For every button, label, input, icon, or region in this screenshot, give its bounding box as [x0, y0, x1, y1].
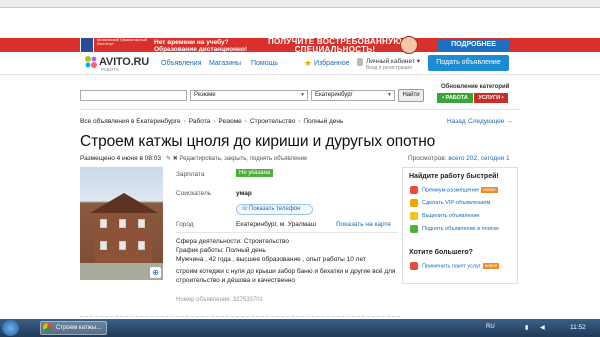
nav-ads[interactable]: Объявления [161, 60, 202, 67]
category-select[interactable]: Резюме ▼ [190, 90, 308, 101]
city-select[interactable]: Екатеринбург ▼ [311, 90, 395, 101]
views-value[interactable]: всего 202, сегодня 1 [448, 155, 509, 162]
person-info-text: Мужчина , 42 года , высшее образование ,… [176, 256, 366, 263]
nav-help[interactable]: Помощь [251, 60, 278, 67]
page-title: Строем катжы цноля до кириши и дуругых о… [80, 133, 436, 150]
breadcrumb-separator-icon: › [213, 118, 216, 125]
updates-work-button[interactable]: • РАБОТА [437, 93, 473, 103]
house-roof [90, 193, 158, 213]
chevron-down-icon: ▼ [387, 92, 392, 98]
phone-icon: ☏ [241, 206, 249, 212]
vip-icon [410, 199, 418, 207]
show-phone-label: Показать телефон [249, 206, 301, 212]
institute-logo-icon [80, 37, 94, 53]
search-input[interactable] [80, 90, 187, 101]
description-line1: строим котеджи с нуля до крыши забор бан… [176, 268, 396, 275]
city-value-text: Екатеринбург, м. Уралмаш [236, 221, 316, 228]
city-label: Город [176, 221, 194, 228]
language-indicator[interactable]: RU [486, 324, 495, 330]
banner-more-button[interactable]: ПОДРОБНЕЕ [437, 39, 510, 51]
breadcrumb-item[interactable]: Строительство [250, 118, 295, 125]
show-map-link[interactable]: Показать на карте [336, 221, 391, 228]
new-badge: новое [482, 263, 500, 269]
promo-heading: Найдите работу быстрей! [409, 173, 499, 180]
breadcrumb-separator-icon: › [244, 118, 247, 125]
banner-headline: ПОЛУЧИТЕ ВОСТРЕБОВАННУЮ СПЕЦИАЛЬНОСТЬ! [268, 38, 402, 54]
avito-logo-icon[interactable] [84, 55, 98, 69]
banner-line2: Образование дистанционно! [154, 46, 248, 53]
seeker-label: Соискатель [176, 190, 212, 197]
seeker-name: умар [236, 190, 252, 197]
chrome-icon [43, 323, 52, 332]
package-link[interactable]: Применить пакет услуг новое [422, 263, 500, 270]
star-icon: ★ [304, 58, 313, 68]
house-window [100, 219, 107, 228]
post-ad-button[interactable]: Подать объявление [428, 55, 509, 71]
premium-placement-label: Премиум-размещение [422, 187, 480, 194]
highlight-icon [410, 212, 418, 220]
breadcrumb-item[interactable]: Все объявления в Екатеринбурге [80, 118, 181, 125]
ad-number: Номер объявления: 327533701 [176, 297, 263, 303]
chevron-down-icon: ▼ [300, 92, 305, 98]
premium-icon [410, 186, 418, 194]
breadcrumb: Все объявления в Екатеринбурге › Работа › Ре… [80, 118, 343, 125]
package-label: Применить пакет услуг [422, 263, 481, 270]
premium-placement-link[interactable]: Премиум-размещение новое [422, 187, 498, 193]
clock[interactable]: 11:52 [570, 324, 586, 331]
views-count: Просмотров: всего 202, сегодня 1 [408, 155, 510, 162]
house-window [119, 219, 126, 228]
house-window [119, 241, 126, 250]
description-line2: строительство и дёшова и качественно [176, 277, 295, 284]
ad-photo[interactable] [80, 167, 163, 280]
highlight-link[interactable]: Выделить объявление [422, 213, 480, 219]
salary-badge: Не указана [236, 169, 274, 177]
find-button[interactable]: Найти [398, 89, 424, 102]
breadcrumb-separator-icon: › [298, 118, 301, 125]
next-link[interactable]: Следующее → [468, 118, 513, 125]
updates-services-button[interactable]: УСЛУГИ • [474, 93, 508, 103]
nav-shops[interactable]: Магазины [209, 60, 241, 67]
more-heading: Хотите большего? [409, 249, 473, 256]
house-window [100, 241, 107, 250]
category-value: Резюме [194, 92, 216, 98]
back-link[interactable]: Назад [447, 118, 466, 125]
favorites-link[interactable]: Избранное [314, 60, 349, 67]
banner-person-icon [400, 36, 418, 54]
sphere-text: Сфера деятельности: Строительство [176, 238, 290, 245]
new-badge: новое [481, 187, 498, 193]
schedule-text: График работы: Полный день [176, 247, 266, 254]
views-label: Просмотров: [408, 155, 447, 162]
show-phone-button[interactable]: ☏ Показать телефон [236, 204, 313, 215]
breadcrumb-item[interactable]: Полный день [303, 118, 343, 125]
posted-date: Размещено 4 июня в 08:03 [80, 155, 161, 162]
house-window [138, 241, 145, 250]
breadcrumb-item[interactable]: Резюме [218, 118, 241, 125]
logo-subtitle: РАБОТА [101, 67, 119, 72]
windows-start-icon[interactable] [2, 320, 19, 336]
category-updates-label: Обновление категорий [441, 84, 510, 90]
bump-up-icon [410, 225, 418, 233]
volume-icon[interactable]: ◀ [540, 324, 545, 331]
city-value: Екатеринбург [315, 92, 353, 98]
house-window [138, 219, 145, 228]
salary-label: Зарплата [176, 171, 205, 178]
package-icon [410, 262, 418, 270]
divider [176, 232, 398, 233]
login-register-link[interactable]: Вход и регистрация [366, 65, 412, 71]
breadcrumb-separator-icon: › [183, 118, 186, 125]
zoom-icon[interactable]: ⊕ [150, 267, 161, 278]
browser-top-bar [0, 0, 600, 8]
banner-line1: Нет времени на учебу? [154, 39, 229, 46]
edit-actions-link[interactable]: ✎ ✖ Редактировать, закрыть, поднять объя… [166, 155, 307, 162]
cabinet-link[interactable]: Личный кабинет ▾ [366, 57, 420, 65]
house-body [94, 213, 152, 263]
vip-link[interactable]: Сделать VIP-объявлением [422, 200, 490, 206]
network-icon[interactable]: ▮ [525, 324, 528, 331]
banner-institute: Московский Гуманитарный Институт [97, 37, 147, 46]
breadcrumb-item[interactable]: Работа [189, 118, 210, 125]
bump-up-link[interactable]: Поднять объявление в поиске [422, 226, 499, 232]
user-icon [357, 58, 363, 66]
banner-subtext: Нет времени на учебу? Образование дистан… [154, 39, 247, 53]
